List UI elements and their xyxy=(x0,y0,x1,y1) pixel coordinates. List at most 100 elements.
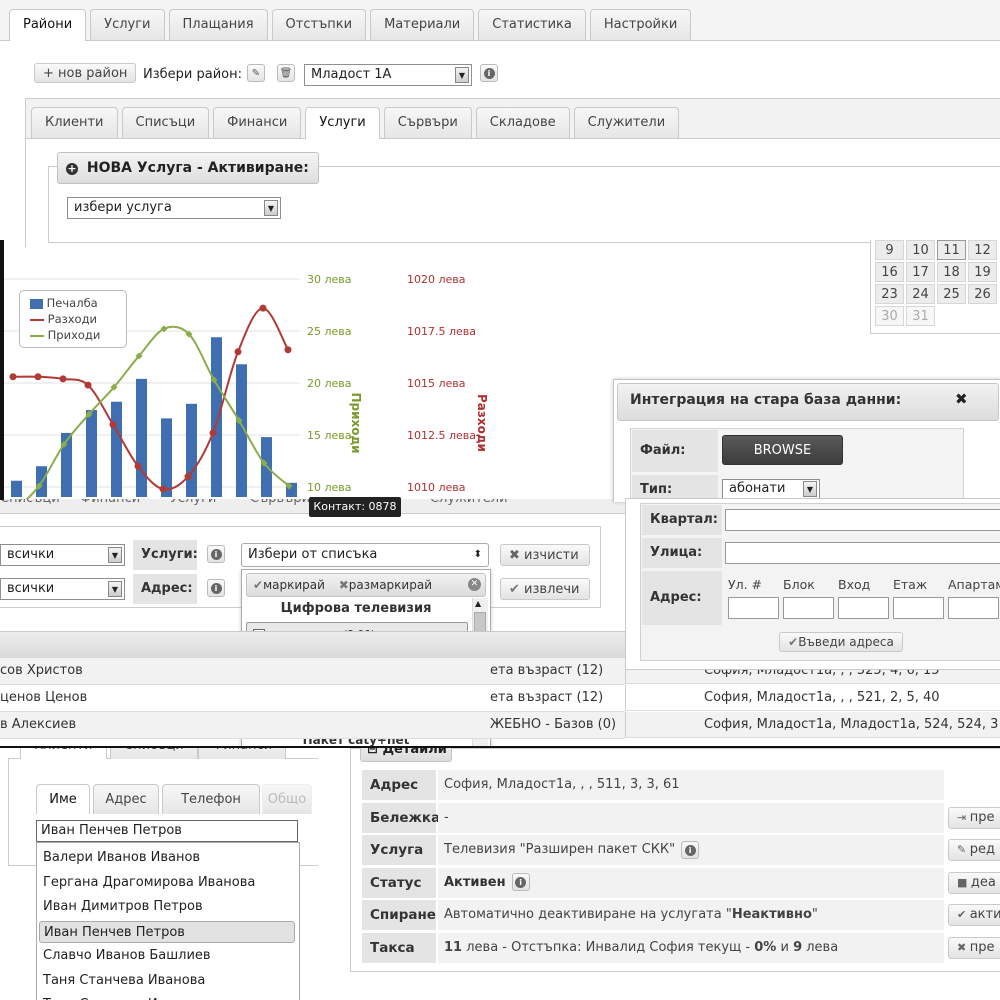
type-select[interactable]: абонати ▼ xyxy=(722,479,820,499)
tab-6[interactable]: Статистика xyxy=(478,9,586,40)
tab-7[interactable]: Настройки xyxy=(589,9,692,40)
close-circle-icon[interactable]: ✕ xyxy=(468,578,481,591)
sub-tab-4[interactable]: Услуги xyxy=(305,107,380,139)
scroll-up-arrow[interactable]: ▲ xyxy=(475,599,481,608)
filter-tab[interactable]: Телефон xyxy=(162,784,260,814)
search-result-item[interactable]: Таня Станчева Иванова xyxy=(43,970,293,992)
ghost-tab[interactable]: Сървъри xyxy=(250,499,310,506)
search-result-item[interactable]: Гергана Драгомирова Иванова xyxy=(43,872,293,894)
service-select[interactable]: избери услуга ▼ xyxy=(67,197,281,219)
region-info-button[interactable]: i xyxy=(480,64,498,82)
detail-action-button[interactable]: ■ деа xyxy=(948,871,1000,894)
calendar-day[interactable]: 11 xyxy=(937,240,966,260)
address-col-input[interactable] xyxy=(838,597,889,619)
tab-4[interactable]: Отстъпки xyxy=(271,9,367,40)
ghost-tab[interactable]: Услуги xyxy=(170,499,216,506)
tab-1[interactable]: Райони xyxy=(9,9,87,41)
client-address-cell: София, Младост1а, Младост1а, 524, 524, 3 xyxy=(625,712,1000,738)
filter-tab[interactable]: Адрес xyxy=(93,784,159,814)
ghost-tab[interactable]: Служители xyxy=(430,499,508,506)
sub-tab-5[interactable]: Сървъри xyxy=(383,107,472,138)
address-col-input[interactable] xyxy=(728,597,779,619)
action-label: пре xyxy=(969,809,995,825)
integration-dialog: Интеграция на стара база данни: ✖ Файл: … xyxy=(613,379,1000,502)
calendar-day[interactable]: 26 xyxy=(968,284,997,304)
chevron-down-icon: ▼ xyxy=(108,547,122,563)
browse-button[interactable]: BROWSE xyxy=(722,435,843,465)
sub-tab-1[interactable]: Клиенти xyxy=(31,107,118,138)
client-name-cell: ценов Ценов xyxy=(0,690,88,705)
ulitsa-input[interactable] xyxy=(725,542,1000,564)
clear-button[interactable]: ✖ изчисти xyxy=(500,544,590,566)
chart-panel: 30 лева 1020 лева 25 лева 1017.5 лева 20 лев… xyxy=(0,247,612,500)
enter-addresses-button[interactable]: ✔Въведи адреса xyxy=(779,632,903,652)
edit-region-button[interactable]: ✎ xyxy=(247,64,265,82)
tab-2[interactable]: Услуги xyxy=(90,9,165,40)
costs-point xyxy=(9,373,17,381)
close-icon[interactable]: ✖ xyxy=(955,390,968,408)
search-tab[interactable]: Списъци xyxy=(110,748,198,759)
filter-tab[interactable]: Общо xyxy=(262,784,312,814)
calendar-day[interactable]: 31 xyxy=(906,306,935,326)
calendar-day[interactable]: 10 xyxy=(906,240,935,260)
calendar-day[interactable]: 30 xyxy=(875,306,904,326)
address-col-input[interactable] xyxy=(893,597,944,619)
detail-action-button[interactable]: ✎ ред xyxy=(948,839,1000,861)
detail-action-button[interactable]: ⇥ пре xyxy=(948,806,1000,829)
search-result-item[interactable]: Славчо Иванов Башлиев xyxy=(43,945,293,967)
ghost-tab[interactable]: Списъци xyxy=(0,499,60,506)
search-result-item[interactable]: Таня Станчева Иванова xyxy=(43,994,293,1000)
filter-all-select-2[interactable]: всички ▼ xyxy=(0,578,125,600)
sub-tab-2[interactable]: Списъци xyxy=(121,107,210,138)
filter-all-value-2: всички xyxy=(7,581,55,596)
fee-part: и xyxy=(776,939,794,955)
sub-tab-6[interactable]: Складове xyxy=(475,107,570,138)
kvartal-input[interactable] xyxy=(725,509,1000,531)
regions-panel: Райони Услуги Плащания Отстъпки Материали Ста… xyxy=(0,0,1000,247)
check-all-button[interactable]: ✔маркирай xyxy=(253,578,325,592)
address-col-input[interactable] xyxy=(783,597,834,619)
legend-label-income: Приходи xyxy=(47,328,101,342)
search-tab[interactable]: Клиенти xyxy=(20,748,107,759)
new-region-button[interactable]: + нов район xyxy=(34,63,137,83)
client-search-input[interactable]: Иван Пенчев Петров xyxy=(36,820,298,842)
costs-point xyxy=(59,375,67,383)
tab-5[interactable]: Материали xyxy=(370,9,475,40)
detail-action-button[interactable]: ✖ пре xyxy=(948,936,1000,959)
address-col-input[interactable] xyxy=(948,597,999,619)
ghost-tab[interactable]: Финанси xyxy=(80,499,140,506)
address-info-button[interactable]: i xyxy=(207,579,225,597)
detail-info-button[interactable]: i xyxy=(681,840,700,859)
services-info-button[interactable]: i xyxy=(207,545,225,563)
search-result-item[interactable]: Иван Димитров Петров xyxy=(43,896,293,918)
calendar-day[interactable]: 16 xyxy=(875,262,904,282)
calendar-day[interactable]: 19 xyxy=(968,262,997,282)
calendar-day[interactable]: 9 xyxy=(875,240,904,260)
region-select[interactable]: Младост 1А ▼ xyxy=(304,64,472,86)
filter-tab[interactable]: Име xyxy=(36,784,90,814)
sub-tab-3[interactable]: Финанси xyxy=(213,107,302,138)
detail-action-button[interactable]: ✔ акти xyxy=(948,904,1000,926)
detail-label: Статус xyxy=(362,867,436,898)
calendar-day[interactable]: 12 xyxy=(968,240,997,260)
sub-tab-7[interactable]: Служители xyxy=(573,107,680,138)
right-tick-label: 1017.5 лева xyxy=(407,325,476,338)
calendar-day[interactable]: 17 xyxy=(906,262,935,282)
calendar-day[interactable]: 25 xyxy=(937,284,966,304)
service-list-select[interactable]: Избери от списъка ⬍ xyxy=(241,543,489,567)
delete-region-button[interactable]: 🗑 xyxy=(277,64,295,82)
filter-all-select-1[interactable]: всички ▼ xyxy=(0,544,125,566)
search-result-item[interactable]: Валери Иванов Иванов xyxy=(43,847,293,869)
tab-3[interactable]: Плащания xyxy=(168,9,268,40)
trash-icon: 🗑 xyxy=(279,68,293,79)
uncheck-all-button[interactable]: ✖размаркирай xyxy=(339,578,432,592)
calendar-day[interactable]: 18 xyxy=(937,262,966,282)
detail-info-button[interactable]: i xyxy=(511,873,530,891)
region-sub-tab-bar: Клиенти Списъци Финанси Услуги Сървъри Складо… xyxy=(31,107,680,139)
kvartal-label: Квартал: xyxy=(642,505,722,535)
extract-button[interactable]: ✔ извлечи xyxy=(500,578,590,600)
calendar-day[interactable]: 23 xyxy=(875,284,904,304)
search-tab[interactable]: Финанси xyxy=(198,748,287,759)
search-result-item[interactable]: Иван Пенчев Петров xyxy=(39,920,295,943)
calendar-day[interactable]: 24 xyxy=(906,284,935,304)
